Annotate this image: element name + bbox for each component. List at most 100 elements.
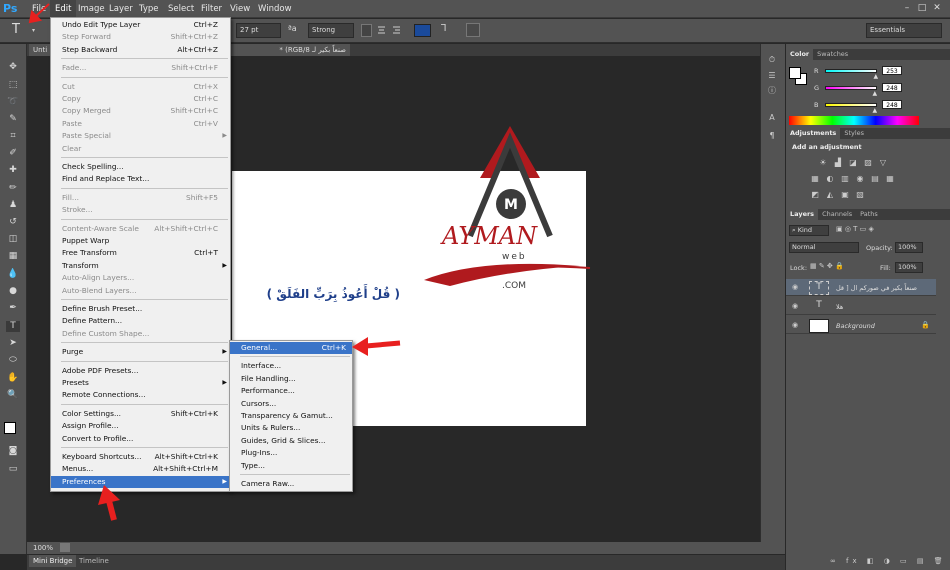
tab-color[interactable]: Color: [786, 49, 814, 60]
warp-text-icon[interactable]: Ꞁ: [441, 23, 447, 34]
menu-select[interactable]: Select: [163, 0, 199, 18]
edit-menu-item[interactable]: Stroke...: [51, 204, 230, 216]
text-color-swatch[interactable]: [414, 24, 431, 37]
preferences-menu-item[interactable]: General... Ctrl+K: [230, 342, 352, 355]
screen-mode-icon[interactable]: ▭: [6, 464, 20, 475]
edit-menu-item[interactable]: Free Transform Ctrl+T: [51, 247, 230, 259]
path-select-tool-icon[interactable]: ➤: [6, 338, 20, 349]
eye-icon[interactable]: ◉: [792, 283, 800, 291]
gradient-tool-icon[interactable]: ▦: [6, 251, 20, 262]
edit-menu-item[interactable]: Puppet Warp: [51, 235, 230, 247]
edit-menu-item[interactable]: Keyboard Shortcuts... Alt+Shift+Ctrl+K: [51, 451, 230, 463]
properties-panel-icon[interactable]: ☰: [766, 70, 778, 81]
channel-value-input[interactable]: 248: [882, 100, 902, 109]
edit-menu-item[interactable]: Define Pattern...: [51, 315, 230, 327]
color-balance-icon[interactable]: ◐: [825, 174, 835, 183]
edit-menu-item[interactable]: Find and Replace Text...: [51, 173, 230, 185]
preferences-menu-item[interactable]: Performance...: [230, 385, 352, 397]
invert-icon[interactable]: ◩: [810, 190, 820, 199]
tab-swatches[interactable]: Swatches: [813, 49, 852, 60]
preferences-menu-item[interactable]: Guides, Grid & Slices...: [230, 435, 352, 447]
type-tool-icon[interactable]: T: [12, 22, 20, 37]
tab-layers[interactable]: Layers: [786, 209, 819, 220]
edit-menu-item[interactable]: Transform ▶: [51, 260, 230, 272]
zoom-level[interactable]: 100%: [33, 544, 53, 552]
lasso-tool-icon[interactable]: ➰: [6, 97, 20, 108]
edit-menu-item[interactable]: Clear: [51, 143, 230, 155]
dodge-tool-icon[interactable]: ●: [6, 286, 20, 297]
channel-value-input[interactable]: 253: [882, 66, 902, 75]
slider-thumb-icon[interactable]: ▲: [872, 90, 877, 97]
edit-menu-item[interactable]: Copy Merged Shift+Ctrl+C: [51, 105, 230, 117]
crop-tool-icon[interactable]: ⌗: [6, 131, 20, 142]
brush-tool-icon[interactable]: ✏: [6, 183, 20, 194]
edit-menu-item[interactable]: Content-Aware Scale Alt+Shift+Ctrl+C: [51, 223, 230, 235]
curves-icon[interactable]: ◪: [848, 158, 858, 167]
edit-menu-item[interactable]: Preferences ▶: [51, 475, 230, 489]
character-panel-strip-icon[interactable]: A: [766, 112, 778, 123]
bw-icon[interactable]: ▥: [840, 174, 850, 183]
edit-menu-item[interactable]: Define Custom Shape...: [51, 328, 230, 340]
gradient-map-icon[interactable]: ▧: [855, 190, 865, 199]
edit-menu-item[interactable]: Fill... Shift+F5: [51, 192, 230, 204]
channel-slider[interactable]: [825, 86, 877, 90]
vibrance-icon[interactable]: ▽: [878, 158, 888, 167]
tab-adjustments[interactable]: Adjustments: [786, 128, 841, 139]
document-tab-active[interactable]: صنعاً بكير لـ RGB/8) *: [230, 44, 350, 56]
antialias-select[interactable]: Strong: [308, 23, 354, 38]
channel-slider[interactable]: [825, 69, 877, 73]
menu-type[interactable]: Type: [134, 0, 164, 18]
pen-tool-icon[interactable]: ✒: [6, 303, 20, 314]
edit-menu-item[interactable]: Remote Connections...: [51, 389, 230, 401]
edit-menu-item[interactable]: Adobe PDF Presets...: [51, 365, 230, 377]
preferences-menu-item[interactable]: Interface...: [230, 360, 352, 372]
history-panel-icon[interactable]: ⏱: [766, 54, 778, 65]
close-button[interactable]: ✕: [931, 1, 943, 15]
hue-sat-icon[interactable]: ▦: [810, 174, 820, 183]
posterize-icon[interactable]: ◭: [825, 190, 835, 199]
preferences-menu-item[interactable]: Transparency & Gamut...: [230, 410, 352, 422]
marquee-tool-icon[interactable]: ⬚: [6, 80, 20, 91]
edit-menu-item[interactable]: Presets ▶: [51, 377, 230, 389]
layer-filter-icons[interactable]: ▣ ◎ T ▭ ◈: [836, 225, 916, 236]
align-left-icon[interactable]: [361, 24, 372, 37]
edit-menu-item[interactable]: Auto-Blend Layers...: [51, 285, 230, 297]
chevron-down-icon[interactable]: ▾: [32, 27, 35, 34]
fill-input[interactable]: 100%: [895, 262, 923, 273]
menu-layer[interactable]: Layer: [104, 0, 138, 18]
align-center-icon[interactable]: [376, 24, 387, 37]
blend-mode-select[interactable]: Normal: [789, 242, 859, 253]
preferences-menu-item[interactable]: Cursors...: [230, 398, 352, 410]
edit-menu-item[interactable]: Cut Ctrl+X: [51, 81, 230, 93]
edit-menu-item[interactable]: Step Backward Alt+Ctrl+Z: [51, 44, 230, 56]
edit-menu-item[interactable]: Check Spelling...: [51, 161, 230, 173]
exposure-icon[interactable]: ▨: [863, 158, 873, 167]
brightness-icon[interactable]: ☀: [818, 158, 828, 167]
foreground-color-swatch[interactable]: [4, 422, 16, 434]
zoom-tool-icon[interactable]: 🔍: [6, 390, 20, 401]
maximize-button[interactable]: □: [916, 1, 928, 15]
edit-menu-item[interactable]: Color Settings... Shift+Ctrl+K: [51, 408, 230, 420]
eraser-tool-icon[interactable]: ◫: [6, 234, 20, 245]
paragraph-panel-icon[interactable]: ¶: [766, 130, 778, 141]
slider-thumb-icon[interactable]: ▲: [872, 107, 877, 114]
opacity-input[interactable]: 100%: [895, 242, 923, 253]
minimize-button[interactable]: –: [901, 1, 913, 15]
eyedropper-tool-icon[interactable]: ✐: [6, 148, 20, 159]
quick-select-tool-icon[interactable]: ✎: [6, 114, 20, 125]
align-right-icon[interactable]: [391, 24, 402, 37]
edit-menu-item[interactable]: Step Forward Shift+Ctrl+Z: [51, 31, 230, 43]
threshold-icon[interactable]: ▣: [840, 190, 850, 199]
healing-tool-icon[interactable]: ✚: [6, 165, 20, 176]
color-spectrum-bar[interactable]: [789, 116, 919, 125]
quick-mask-icon[interactable]: ◙: [6, 446, 20, 457]
workspace-select[interactable]: Essentials: [866, 23, 942, 38]
history-brush-tool-icon[interactable]: ↺: [6, 217, 20, 228]
tab-styles[interactable]: Styles: [840, 128, 868, 139]
menu-filter[interactable]: Filter: [196, 0, 227, 18]
info-panel-icon[interactable]: ⓘ: [766, 85, 778, 96]
levels-icon[interactable]: ▟: [833, 158, 843, 167]
preferences-menu-item[interactable]: Units & Rulers...: [230, 422, 352, 434]
preferences-menu-item[interactable]: File Handling...: [230, 373, 352, 385]
tab-mini-bridge[interactable]: Mini Bridge: [29, 555, 77, 567]
